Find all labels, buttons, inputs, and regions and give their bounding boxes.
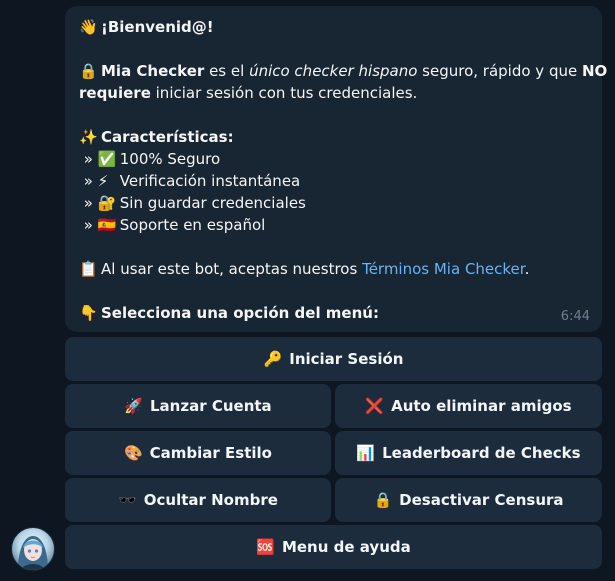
sparkles-icon: ✨ [79,128,98,146]
cross-mark-icon: ❌ [365,397,385,415]
feature-item: » 🇪🇸 Soporte en español [83,216,266,234]
terms-link[interactable]: Términos Mia Checker [362,260,525,278]
brand-name: Mia Checker [101,62,205,80]
bot-avatar[interactable] [11,527,55,571]
feature-item: » ⚡ Verificación instantánea [83,172,301,190]
intro-line-2: requiere iniciar sesión con tus credenci… [79,84,418,102]
terms-line: 📋 Al usar este bot, aceptas nuestros Térm… [79,260,530,278]
select-prompt: Selecciona una opción del menú: [101,304,379,322]
help-menu-button[interactable]: 🆘 Menu de ayuda [65,525,602,569]
greeting-line: 👋 ¡Bienvenid@! [79,16,588,38]
intro-bold-no: NO [581,62,608,80]
lock-key-icon: 🔐 [97,194,117,212]
message-timestamp: 6:44 [560,309,590,324]
lock-icon: 🔒 [373,491,393,509]
hide-name-button[interactable]: 🕶️ Ocultar Nombre [65,478,331,522]
rocket-icon: 🚀 [124,397,143,415]
check-mark-icon: ✅ [97,150,117,168]
feature-item: » 🔐 Sin guardar credenciales [83,194,306,212]
waving-hand-icon: 👋 [79,18,98,36]
lightning-icon: ⚡ [97,172,109,190]
change-style-button[interactable]: 🎨 Cambiar Estilo [65,431,331,475]
spain-flag-icon: 🇪🇸 [97,216,117,234]
auto-delete-friends-button[interactable]: ❌ Auto eliminar amigos [335,384,602,428]
intro-line-1: 🔒 Mia Checker es el único checker hispano… [79,62,608,80]
leaderboard-button[interactable]: 📊 Leaderboard de Checks [335,431,602,475]
disable-censorship-button[interactable]: 🔒 Desactivar Censura [335,478,602,522]
sos-icon: 🆘 [256,538,275,556]
intro-italic: único checker hispano [249,62,418,80]
features-title: Características: [101,128,234,146]
features-title-line: ✨ Características: [79,126,588,148]
clipboard-icon: 📋 [79,260,98,278]
launch-account-button[interactable]: 🚀 Lanzar Cuenta [65,384,331,428]
key-icon: 🔑 [263,350,283,368]
login-button[interactable]: 🔑 Iniciar Sesión [65,337,602,381]
pointing-down-icon: 👇 [79,304,98,322]
greeting-text: ¡Bienvenid@! [101,18,214,36]
feature-item: » ✅ 100% Seguro [83,150,221,168]
anime-girl-avatar-icon [18,536,48,570]
select-line: 👇 Selecciona una opción del menú: [79,302,588,324]
welcome-message-bubble: 👋 ¡Bienvenid@! 🔒 Mia Checker es el único c… [65,6,608,332]
palette-icon: 🎨 [123,444,143,462]
lock-icon: 🔒 [79,62,98,80]
bar-chart-icon: 📊 [356,444,376,462]
sunglasses-icon: 🕶️ [118,491,137,509]
intro-bold-requiere: requiere [79,84,151,102]
